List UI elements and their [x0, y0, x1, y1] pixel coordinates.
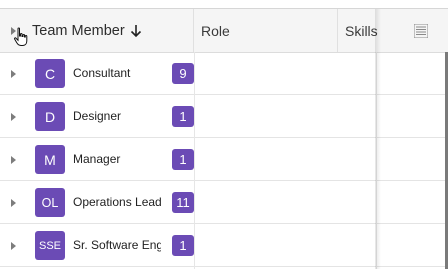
skills-column-header[interactable]: Skills — [338, 9, 378, 52]
row-expand-toggle[interactable] — [0, 95, 26, 138]
count-badge: 11 — [172, 192, 194, 213]
chevron-right-icon — [10, 241, 16, 250]
team-member-name: Sr. Software Eng — [73, 238, 161, 252]
role-column-header[interactable]: Role — [194, 9, 338, 52]
avatar: M — [35, 145, 65, 174]
count-badge: 9 — [172, 63, 194, 84]
pinned-column-shadow — [375, 9, 381, 269]
team-member-name: Designer — [73, 109, 122, 123]
chevron-right-icon — [10, 112, 16, 121]
count-badge: 1 — [172, 235, 194, 256]
row-expand-toggle[interactable] — [0, 52, 26, 95]
team-member-name: Manager — [73, 152, 121, 166]
hand-cursor-icon — [14, 27, 28, 46]
count-badge: 1 — [172, 106, 194, 127]
team-member-header-label: Team Member — [32, 22, 125, 39]
team-grid: Team Member Role Skills C Consultant 9 D… — [0, 8, 448, 269]
chevron-right-icon — [10, 69, 16, 78]
row-expand-toggle[interactable] — [0, 224, 26, 267]
chevron-right-icon — [10, 155, 16, 164]
chevron-right-icon — [10, 198, 16, 207]
avatar: OL — [35, 188, 65, 217]
column-divider — [194, 52, 195, 269]
avatar: SSE — [35, 231, 65, 260]
team-member-name: Consultant — [73, 66, 131, 80]
row-expand-toggle[interactable] — [0, 138, 26, 181]
count-badge: 1 — [172, 149, 194, 170]
avatar: D — [35, 102, 65, 131]
role-header-label: Role — [201, 22, 230, 39]
column-menu-button[interactable] — [378, 9, 448, 52]
team-member-column-header[interactable]: Team Member — [26, 9, 194, 52]
avatar: C — [35, 59, 65, 88]
column-menu-icon — [414, 23, 428, 38]
team-member-name: Operations Lead — [73, 195, 161, 209]
skills-header-label: Skills — [345, 22, 378, 39]
arrow-down-icon[interactable] — [129, 24, 143, 38]
row-expand-toggle[interactable] — [0, 181, 26, 224]
